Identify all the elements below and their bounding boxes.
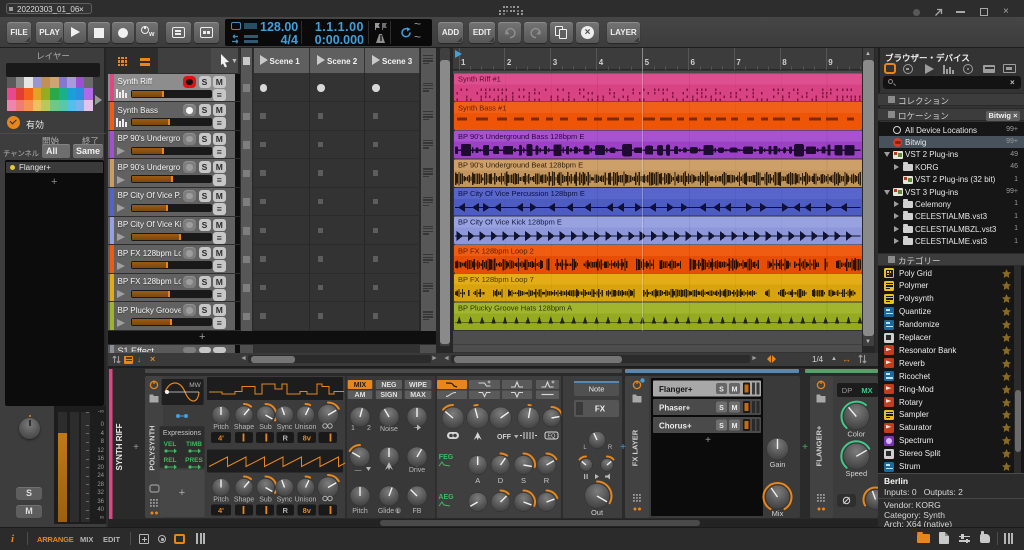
svg-text:Unison: Unison xyxy=(295,424,317,431)
svg-text:L: L xyxy=(397,509,400,515)
svg-text:FLANGER+: FLANGER+ xyxy=(815,425,824,466)
svg-text:MW: MW xyxy=(189,382,201,389)
svg-text:DP: DP xyxy=(842,386,852,395)
svg-text:BP FX 128bpm Loop 7: BP FX 128bpm Loop 7 xyxy=(458,275,534,284)
svg-text:+: + xyxy=(705,435,711,446)
svg-text:S: S xyxy=(719,405,724,412)
svg-text:8v: 8v xyxy=(303,434,312,443)
svg-text:MX: MX xyxy=(861,386,872,395)
svg-text:8v: 8v xyxy=(303,506,312,515)
svg-text:1: 1 xyxy=(351,425,355,432)
svg-text:M: M xyxy=(732,423,738,430)
svg-text:BP 90's Underground Bass 128bp: BP 90's Underground Bass 128bpm E xyxy=(458,132,584,141)
svg-text:Pitch: Pitch xyxy=(352,508,368,515)
svg-text:Phaser+: Phaser+ xyxy=(659,404,691,413)
svg-text:M: M xyxy=(732,387,738,394)
svg-text:REL: REL xyxy=(164,457,177,464)
svg-text:BP City Of Vice Kick 128bpm E: BP City Of Vice Kick 128bpm E xyxy=(458,218,562,227)
svg-text:Chorus+: Chorus+ xyxy=(659,422,692,431)
svg-text:VEL: VEL xyxy=(164,441,177,448)
svg-text:Sub: Sub xyxy=(259,424,272,431)
svg-text:Drive: Drive xyxy=(409,467,425,474)
svg-text:MAX: MAX xyxy=(410,392,426,399)
svg-text:BP FX 128bpm Loop 2: BP FX 128bpm Loop 2 xyxy=(458,246,534,255)
svg-text:WIPE: WIPE xyxy=(409,382,427,389)
svg-text:Shape: Shape xyxy=(234,424,254,431)
svg-text:A: A xyxy=(475,476,480,485)
svg-text:Out: Out xyxy=(591,508,604,517)
svg-text:+: + xyxy=(133,442,139,453)
svg-text:EQ: EQ xyxy=(548,434,557,440)
svg-text:R: R xyxy=(544,476,550,485)
svg-text:SYNTH RIFF: SYNTH RIFF xyxy=(115,423,124,470)
svg-text:PRES: PRES xyxy=(185,457,203,464)
svg-text:2: 2 xyxy=(367,425,371,432)
svg-text:S: S xyxy=(719,423,724,430)
svg-text:—: — xyxy=(355,467,362,474)
svg-text:Note: Note xyxy=(589,385,605,394)
svg-text:MIX: MIX xyxy=(354,382,367,389)
svg-text:+: + xyxy=(802,442,808,453)
svg-text:Sync: Sync xyxy=(277,497,293,504)
svg-text:4': 4' xyxy=(218,434,224,443)
svg-text:TIMB: TIMB xyxy=(186,441,202,448)
svg-text:BP 90's Underground Beat 128bp: BP 90's Underground Beat 128bpm E xyxy=(458,161,583,170)
svg-text:Pitch: Pitch xyxy=(213,424,229,431)
svg-text:S: S xyxy=(719,387,724,394)
svg-text:D: D xyxy=(498,476,504,485)
svg-text:+: + xyxy=(620,442,626,453)
svg-text:Flanger+: Flanger+ xyxy=(659,385,693,394)
svg-text:FB: FB xyxy=(413,508,422,515)
svg-text:AM: AM xyxy=(355,392,366,399)
svg-text:Speed: Speed xyxy=(845,469,867,478)
svg-text:BP Plucky Groove Hats 128bpm A: BP Plucky Groove Hats 128bpm A xyxy=(458,304,572,313)
svg-text:NEG: NEG xyxy=(381,382,397,389)
svg-text:FX: FX xyxy=(595,405,606,414)
svg-text:POLYSYNTH: POLYSYNTH xyxy=(148,425,157,470)
svg-text:S: S xyxy=(521,476,526,485)
svg-text:Expressions: Expressions xyxy=(163,430,202,437)
svg-text:+: + xyxy=(179,487,185,499)
svg-text:Synth Riff #1: Synth Riff #1 xyxy=(458,75,501,84)
svg-text:Shape: Shape xyxy=(234,497,254,504)
svg-text:R: R xyxy=(608,445,613,451)
svg-text:R: R xyxy=(282,434,288,443)
svg-text:4': 4' xyxy=(218,506,224,515)
svg-text:Mix: Mix xyxy=(772,509,784,518)
svg-text:R: R xyxy=(282,506,288,515)
svg-text:FX LAYER: FX LAYER xyxy=(631,429,640,466)
svg-text:SIGN: SIGN xyxy=(380,392,397,399)
svg-text:Noise: Noise xyxy=(380,426,398,433)
svg-text:Glide: Glide xyxy=(378,508,394,515)
svg-text:Gain: Gain xyxy=(770,460,786,469)
svg-text:Unison: Unison xyxy=(295,497,317,504)
svg-text:FEG: FEG xyxy=(439,454,454,461)
svg-text:Synth Bass #1: Synth Bass #1 xyxy=(458,103,506,112)
svg-text:Sync: Sync xyxy=(277,424,293,431)
svg-text:Pitch: Pitch xyxy=(213,497,229,504)
svg-text:M: M xyxy=(732,405,738,412)
svg-text:Sub: Sub xyxy=(259,497,272,504)
svg-text:OFF: OFF xyxy=(497,434,512,441)
svg-text:Color: Color xyxy=(847,430,865,439)
svg-text:BP City Of Vice Percussion 128: BP City Of Vice Percussion 128bpm E xyxy=(458,189,585,198)
svg-text:AEG: AEG xyxy=(438,494,454,501)
